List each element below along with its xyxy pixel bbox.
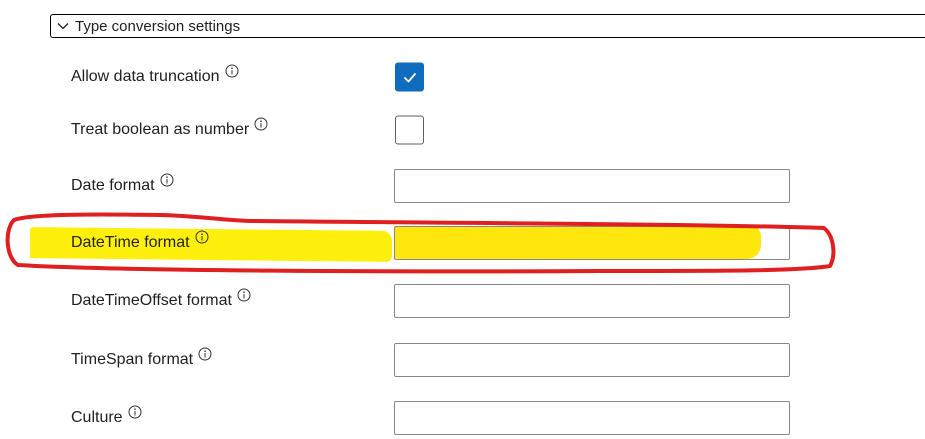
- field-row-date-format: Date format: [0, 169, 925, 203]
- info-icon[interactable]: [195, 230, 209, 244]
- info-icon[interactable]: [160, 173, 174, 187]
- datetimeoffset-format-input[interactable]: [394, 284, 790, 318]
- field-label: Culture: [71, 409, 123, 426]
- datetime-format-input[interactable]: [394, 226, 790, 260]
- allow-data-truncation-checkbox[interactable]: [395, 62, 424, 92]
- info-icon[interactable]: [128, 405, 142, 419]
- culture-input[interactable]: [394, 401, 790, 435]
- section-title: Type conversion settings: [75, 17, 241, 35]
- field-row-timespan-format: TimeSpan format: [0, 343, 925, 377]
- field-label: DateTime format: [71, 234, 190, 251]
- field-label: TimeSpan format: [71, 351, 194, 368]
- section-header-type-conversion[interactable]: Type conversion settings: [50, 14, 925, 38]
- field-row-datetimeoffset-format: DateTimeOffset format: [0, 284, 925, 318]
- field-row-treat-boolean-as-number: Treat boolean as number: [0, 113, 925, 147]
- checkmark-icon: [403, 72, 416, 82]
- chevron-down-icon: [55, 18, 71, 34]
- info-icon[interactable]: [225, 64, 239, 78]
- field-row-datetime-format: DateTime format: [0, 226, 925, 260]
- date-format-input[interactable]: [394, 169, 790, 203]
- field-label: Date format: [71, 177, 155, 194]
- field-label: DateTimeOffset format: [71, 292, 232, 309]
- info-icon[interactable]: [198, 347, 212, 361]
- treat-boolean-as-number-checkbox[interactable]: [395, 115, 424, 145]
- info-icon[interactable]: [254, 117, 268, 131]
- field-row-culture: Culture: [0, 401, 925, 435]
- info-icon[interactable]: [237, 288, 251, 302]
- field-label: Allow data truncation: [71, 68, 220, 85]
- field-row-allow-data-truncation: Allow data truncation: [0, 60, 925, 94]
- timespan-format-input[interactable]: [394, 343, 790, 377]
- field-label: Treat boolean as number: [71, 121, 250, 138]
